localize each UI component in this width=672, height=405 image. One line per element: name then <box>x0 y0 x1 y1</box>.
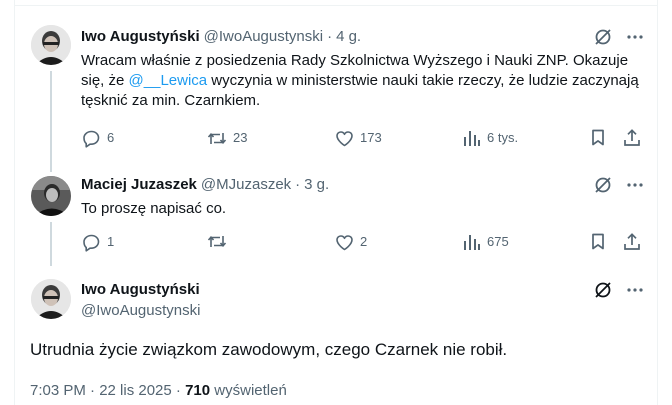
like-button[interactable]: 2 <box>335 232 367 252</box>
tweet-header: Maciej Juzaszek @MJuzaszek · 3 g. <box>81 175 329 195</box>
author-name[interactable]: Maciej Juzaszek <box>81 175 197 195</box>
avatar[interactable] <box>31 279 71 319</box>
main-views-label: wyświetleń <box>210 382 287 399</box>
tweet-actions: 6 23 173 6 tys. <box>0 128 672 148</box>
like-count: 173 <box>360 130 382 145</box>
grok-icon[interactable] <box>594 281 612 299</box>
reply-button[interactable]: 1 <box>82 232 114 252</box>
share-icon <box>623 128 647 147</box>
like-count: 2 <box>360 234 368 249</box>
repost-icon <box>207 129 233 148</box>
reply-icon <box>82 233 107 252</box>
main-author-handle-row: @IwoAugustynski <box>81 301 200 321</box>
like-button[interactable]: 173 <box>335 128 382 148</box>
author-handle[interactable]: @IwoAugustynski <box>81 301 200 321</box>
tweet-time[interactable]: 3 g. <box>304 175 329 195</box>
share-icon <box>623 232 647 251</box>
repost-button[interactable] <box>207 232 233 251</box>
more-icon[interactable] <box>626 176 644 194</box>
repost-count: 23 <box>233 130 248 145</box>
tweet-time[interactable]: 4 g. <box>336 27 361 47</box>
grok-icon[interactable] <box>594 28 612 46</box>
mention-link[interactable]: @__Lewica <box>129 72 208 89</box>
tweet-text: Wracam właśnie z posiedzenia Rady Szkoln… <box>81 51 641 111</box>
more-icon[interactable] <box>626 28 644 46</box>
views-icon <box>462 129 487 148</box>
share-button[interactable] <box>623 128 647 147</box>
main-author-name-row: Iwo Augustyński <box>81 280 200 300</box>
repost-button[interactable]: 23 <box>207 128 247 148</box>
views-icon <box>462 233 487 252</box>
share-button[interactable] <box>623 232 647 251</box>
separator-dot: · <box>327 28 333 45</box>
timeline-border-right <box>657 0 658 405</box>
main-tweet-text: Utrudnia życie związkom zawodowym, czego… <box>30 340 508 359</box>
bookmark-icon <box>589 232 613 251</box>
views-button[interactable]: 675 <box>462 232 509 252</box>
repost-icon <box>207 232 233 251</box>
author-handle[interactable]: @IwoAugustynski <box>204 27 323 47</box>
reply-button[interactable]: 6 <box>82 128 114 148</box>
separator-dot: · <box>295 176 301 193</box>
tweet-top-icons <box>594 176 644 194</box>
tweet-top-icons <box>594 281 644 299</box>
previous-tweet-bottom <box>0 0 672 6</box>
bookmark-button[interactable] <box>589 232 613 251</box>
like-icon <box>335 129 360 148</box>
views-count: 6 tys. <box>487 130 519 145</box>
thread-line <box>50 71 52 172</box>
reply-icon <box>82 129 107 148</box>
tweet-header: Iwo Augustyński @IwoAugustynski · 4 g. <box>81 27 361 47</box>
tweet-timestamp[interactable]: 7:03 PM · 22 lis 2025 · <box>30 382 185 399</box>
author-name[interactable]: Iwo Augustyński <box>81 280 200 300</box>
bookmark-button[interactable] <box>589 128 613 147</box>
tweet-top-icons <box>594 28 644 46</box>
reply-count: 1 <box>107 234 115 249</box>
views-button[interactable]: 6 tys. <box>462 128 518 148</box>
author-name[interactable]: Iwo Augustyński <box>81 27 200 47</box>
tweet-actions: 1 2 675 <box>0 232 672 252</box>
more-icon[interactable] <box>626 281 644 299</box>
main-views-count: 710 <box>185 382 211 399</box>
views-count: 675 <box>487 234 509 249</box>
tweet-meta: 7:03 PM · 22 lis 2025 · 710 wyświetleń <box>30 381 287 401</box>
reply-count: 6 <box>107 130 115 145</box>
like-icon <box>335 233 360 252</box>
bookmark-icon <box>589 128 613 147</box>
avatar[interactable] <box>31 176 71 216</box>
tweet-text: To proszę napisać co. <box>81 200 227 217</box>
grok-icon[interactable] <box>594 176 612 194</box>
author-handle[interactable]: @MJuzaszek <box>201 175 291 195</box>
avatar[interactable] <box>31 25 71 65</box>
timeline-border-left <box>14 0 15 405</box>
